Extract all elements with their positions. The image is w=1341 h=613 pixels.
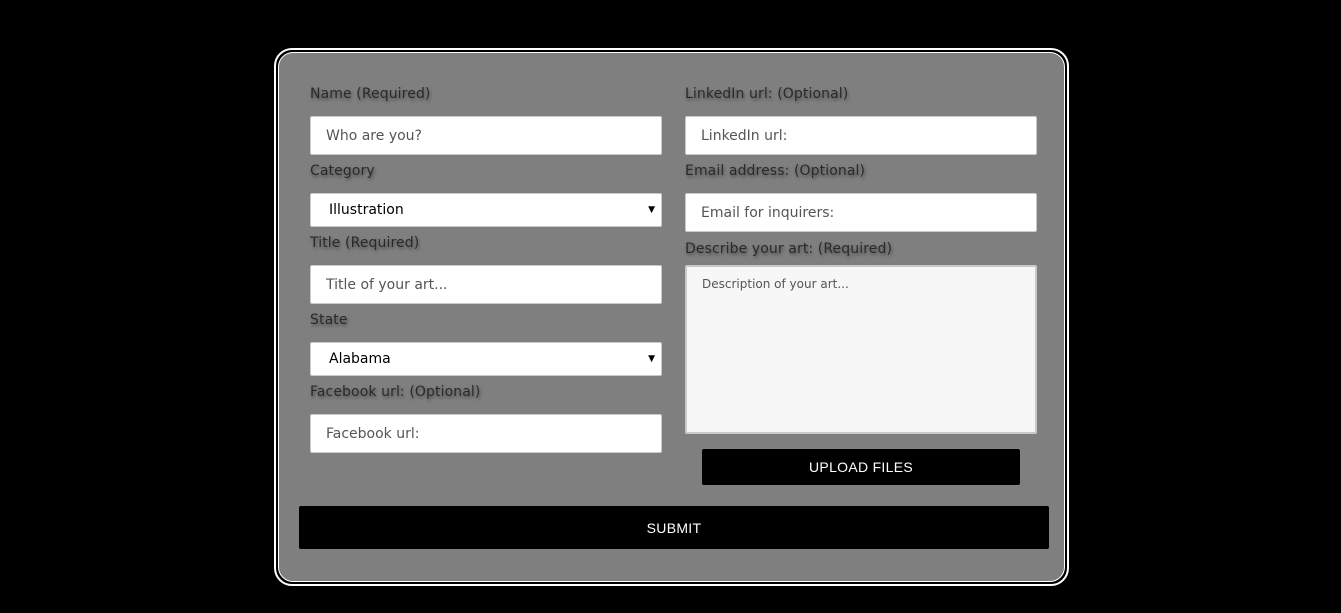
title-input[interactable] xyxy=(310,265,662,304)
description-textarea[interactable] xyxy=(685,265,1037,434)
linkedin-label: LinkedIn url: (Optional) xyxy=(685,86,849,102)
state-select[interactable]: Alabama ▼ xyxy=(310,342,662,376)
name-input[interactable] xyxy=(310,116,662,155)
email-input[interactable] xyxy=(685,193,1037,232)
chevron-down-icon: ▼ xyxy=(648,205,655,215)
category-select[interactable]: Illustration ▼ xyxy=(310,193,662,227)
submission-form: Name (Required) Category Illustration ▼ … xyxy=(278,52,1065,582)
email-label: Email address: (Optional) xyxy=(685,163,866,179)
title-label: Title (Required) xyxy=(310,235,420,251)
facebook-url-input[interactable] xyxy=(310,414,662,453)
page: Name (Required) Category Illustration ▼ … xyxy=(0,0,1341,613)
name-label: Name (Required) xyxy=(310,86,431,102)
state-selected-value: Alabama xyxy=(329,351,391,367)
category-selected-value: Illustration xyxy=(329,202,404,218)
category-label: Category xyxy=(310,163,375,179)
submission-form-card: Name (Required) Category Illustration ▼ … xyxy=(274,48,1069,586)
description-label: Describe your art: (Required) xyxy=(685,241,893,257)
linkedin-url-input[interactable] xyxy=(685,116,1037,155)
facebook-label: Facebook url: (Optional) xyxy=(310,384,481,400)
chevron-down-icon: ▼ xyxy=(648,354,655,364)
state-label: State xyxy=(310,312,348,328)
upload-files-button[interactable]: UPLOAD FILES xyxy=(702,449,1020,485)
submit-button[interactable]: SUBMIT xyxy=(299,506,1049,549)
